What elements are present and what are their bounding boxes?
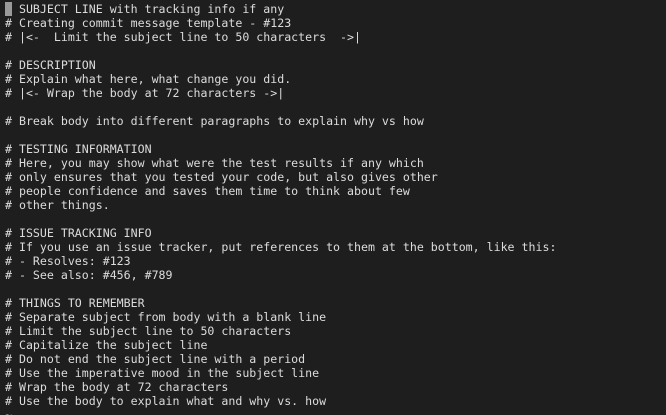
editor-line: # - Resolves: #123 — [5, 254, 131, 268]
editor-line: # Wrap the body at 72 characters — [5, 380, 229, 394]
editor-line: # Separate subject from body with a blan… — [5, 310, 327, 324]
editor-line: # Creating commit message template - #12… — [5, 16, 292, 30]
terminal-window[interactable]: # SUBJECT LINE with tracking info if any… — [0, 0, 666, 415]
editor-line: # |<- Wrap the body at 72 characters ->| — [5, 86, 285, 100]
editor-line: # Do not end the subject line with a per… — [5, 352, 306, 366]
editor-line: # Here, you may show what were the test … — [5, 156, 424, 170]
editor-line: # |<- Limit the subject line to 50 chara… — [5, 30, 361, 44]
editor-line: # Explain what here, what change you did… — [5, 72, 292, 86]
editor-line: # Limit the subject line to 50 character… — [5, 324, 292, 338]
editor-line-text: # SUBJECT LINE with tracking info if any — [5, 2, 285, 16]
text-cursor — [5, 2, 12, 16]
editor-line: # Break body into different paragraphs t… — [5, 114, 424, 128]
editor-line: # DESCRIPTION — [5, 58, 96, 72]
editor-line: # - See also: #456, #789 — [5, 268, 173, 282]
editor-line: # TESTING INFORMATION — [5, 142, 152, 156]
editor-line: # only ensures that you tested your code… — [5, 170, 438, 184]
editor-line: # Capitalize the subject line — [5, 338, 208, 352]
editor-line: # THINGS TO REMEMBER — [5, 296, 145, 310]
editor-line: # Use the body to explain what and why v… — [5, 394, 327, 408]
editor-line: # other things. — [5, 198, 110, 212]
commit-template-editor[interactable]: # SUBJECT LINE with tracking info if any… — [5, 2, 666, 408]
editor-line: # people confidence and saves them time … — [5, 184, 410, 198]
editor-line: # If you use an issue tracker, put refer… — [5, 240, 557, 254]
editor-line: # Use the imperative mood in the subject… — [5, 366, 320, 380]
editor-line: # ISSUE TRACKING INFO — [5, 226, 152, 240]
editor-line: # SUBJECT LINE with tracking info if any — [5, 2, 666, 16]
partial-editor-line: ~ — [5, 408, 12, 415]
